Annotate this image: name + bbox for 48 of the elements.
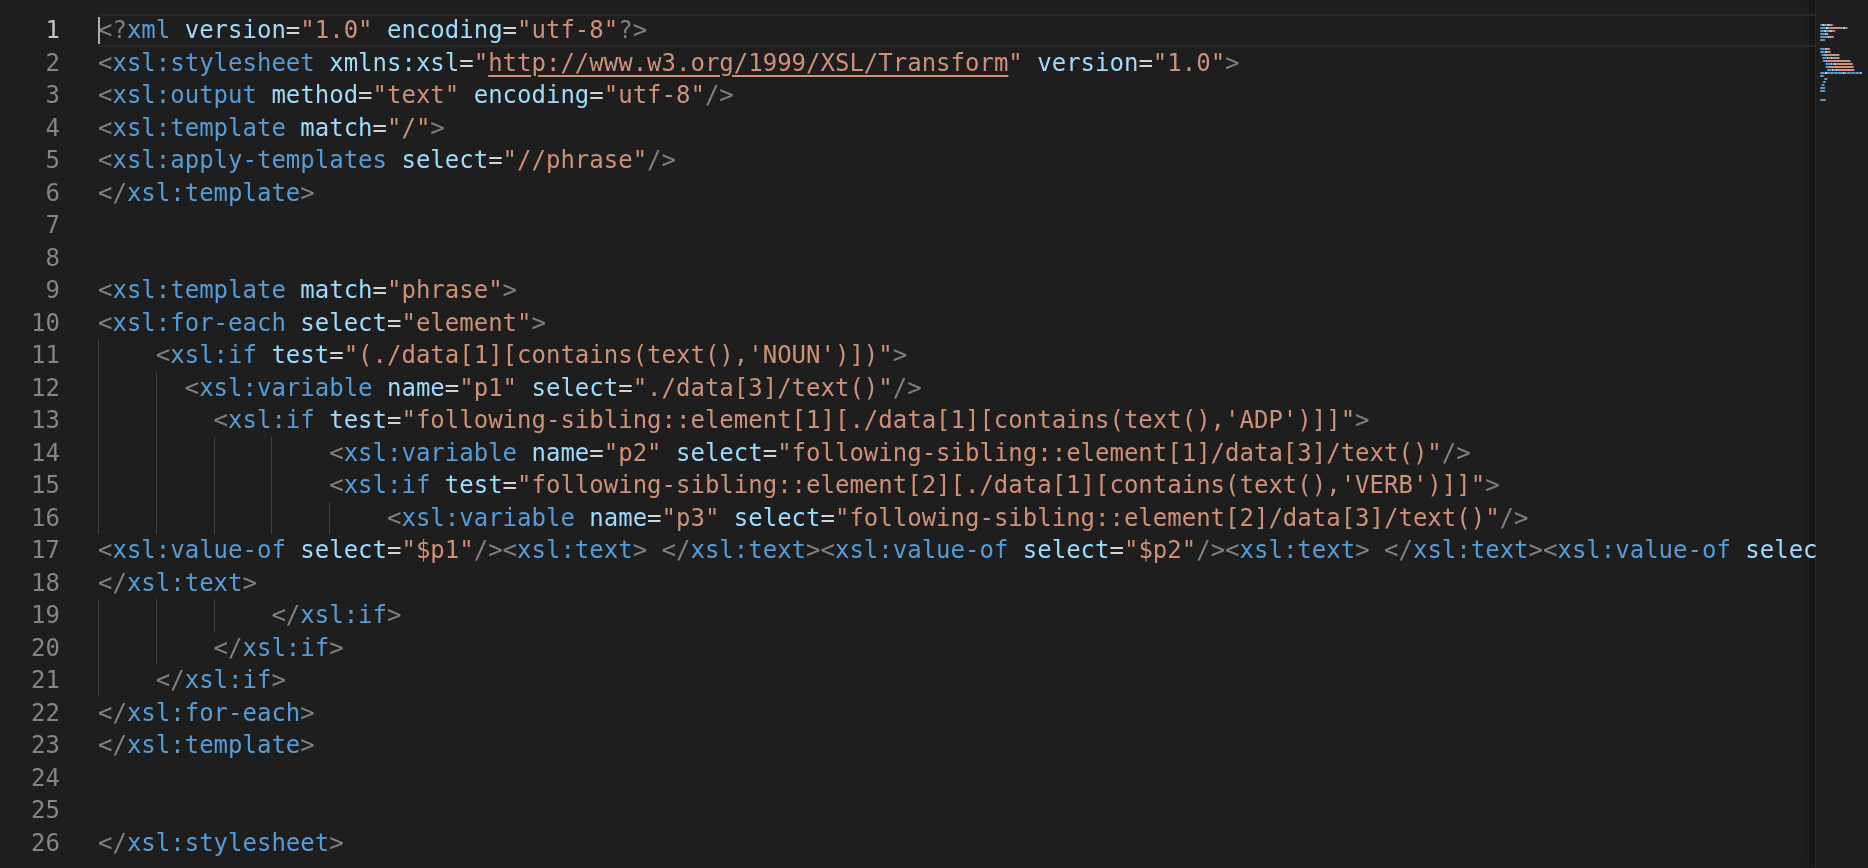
code-line: <xsl:variable name="p3" select="following-sibling::element[2]/data[3]/text()"/>	[386, 502, 1529, 533]
line-number: 4	[44, 112, 60, 144]
line-number: 25	[30, 795, 60, 826]
line-number: 11	[30, 340, 60, 371]
line-number: 23	[30, 730, 60, 761]
code-line: <xsl:if test="following-sibling::element[1][./data[1][contains(text(),'ADP')]]">	[212, 405, 1370, 436]
code-line: <xsl:stylesheet xmlns:xsl="http://www.w3.org/1999/XSL/Transform" version="1.0">	[98, 47, 1240, 78]
line-number: 6	[44, 177, 60, 209]
code-line: <xsl:output method="text" encoding="utf-8"/>	[98, 80, 734, 111]
code-line: </xsl:if>	[270, 600, 402, 631]
line-number: 5	[44, 145, 60, 176]
line-number: 26	[30, 827, 60, 859]
line-number: 17	[30, 535, 60, 566]
line-number: 18	[30, 567, 60, 599]
line-number: 19	[30, 600, 60, 631]
code-line: <xsl:if test="(./data[1][contains(text(),'NOUN')])">	[154, 340, 908, 371]
line-number: 22	[30, 697, 60, 729]
line-number: 24	[30, 762, 60, 794]
code-line: <?xml version="1.0" encoding="utf-8"?>	[98, 15, 648, 46]
line-number: 1	[44, 15, 60, 46]
line-number: 12	[30, 372, 60, 404]
line-number: 13	[30, 405, 60, 436]
code-line: </xsl:template>	[98, 730, 315, 761]
line-number: 2	[44, 47, 60, 79]
line-number: 20	[30, 632, 60, 664]
line-number: 10	[30, 307, 60, 339]
code-line: <xsl:template match="/">	[98, 112, 445, 143]
code-line: <xsl:variable name="p1" select="./data[3]/text()"/>	[183, 372, 922, 403]
code-line: <xsl:value-of select="$p1"/><xsl:text> </xsl:text><xsl:value-of select="$p2"/><xsl:text> </xsl:text><xsl:value-of selec	[98, 535, 1818, 566]
line-number: 21	[30, 665, 60, 696]
line-number: 8	[44, 242, 60, 274]
line-number: 3	[44, 80, 60, 111]
code-line: </xsl:for-each>	[98, 697, 315, 728]
code-line: <xsl:template match="phrase">	[98, 275, 518, 306]
line-number: 7	[44, 210, 60, 241]
code-line: <xsl:for-each select="element">	[98, 307, 546, 338]
code-line: <xsl:variable name="p2" select="following-sibling::element[1]/data[3]/text()"/>	[328, 437, 1471, 468]
code-line: <xsl:if test="following-sibling::element[2][./data[1][contains(text(),'VERB')]]">	[328, 470, 1500, 501]
code-line: </xsl:template>	[98, 177, 315, 208]
line-number: 15	[30, 470, 60, 501]
line-number: 16	[30, 502, 60, 534]
line-number: 14	[30, 437, 60, 469]
code-line: </xsl:if>	[154, 665, 286, 696]
code-line: </xsl:stylesheet>	[98, 827, 344, 858]
code-line: <xsl:apply-templates select="//phrase"/>	[98, 145, 676, 176]
line-number: 9	[44, 275, 60, 306]
code-line: </xsl:if>	[212, 632, 344, 663]
code-line: </xsl:text>	[98, 567, 257, 598]
